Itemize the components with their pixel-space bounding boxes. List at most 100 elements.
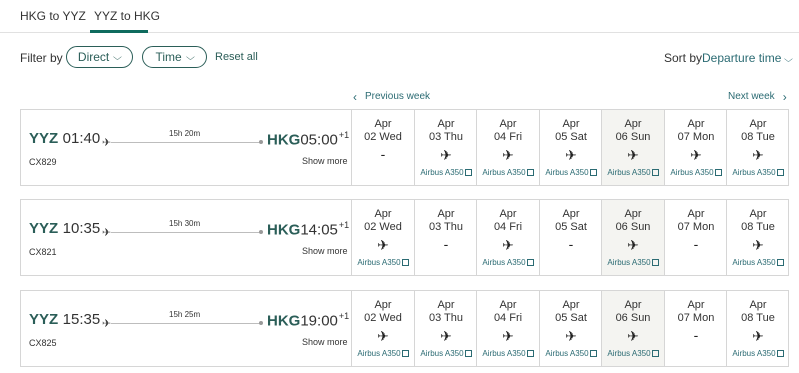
chevron-down-icon: ⌵	[185, 51, 195, 62]
time-filter-button[interactable]: Time ⌵	[142, 46, 207, 68]
next-day-indicator: +1	[338, 130, 350, 140]
aircraft-link[interactable]: Airbus A350	[727, 168, 789, 177]
aircraft-link[interactable]: Airbus A350	[415, 349, 477, 358]
external-link-icon	[464, 350, 472, 357]
route-end-dot	[259, 140, 263, 144]
day-cell[interactable]: Apr 04 Fri ✈ Airbus A350	[476, 200, 539, 275]
aircraft-link[interactable]: Airbus A350	[727, 349, 789, 358]
show-more-link[interactable]: Show more	[302, 246, 348, 256]
day-cell: Apr 05 Sat -	[539, 200, 602, 275]
aircraft-type: Airbus A350	[732, 349, 776, 358]
flight-row: YYZ 15:35 15h 25m ✈ HKG19:00+1 CX825 Sho…	[20, 290, 789, 367]
aircraft-type: Airbus A350	[607, 168, 651, 177]
day-cell[interactable]: Apr 08 Tue ✈ Airbus A350	[726, 200, 789, 275]
next-week-label: Next week	[728, 91, 775, 102]
airplane-icon: ✈	[627, 237, 639, 253]
day-month: Apr	[499, 118, 517, 130]
external-link-icon	[526, 169, 534, 176]
external-link-icon	[401, 350, 409, 357]
airplane-icon: ✈	[440, 147, 452, 163]
external-link-icon	[651, 259, 659, 266]
chevron-left-icon: ‹	[353, 89, 357, 104]
day-cell[interactable]: Apr 06 Sun ✈ Airbus A350	[601, 291, 664, 366]
no-flight-dash: -	[693, 236, 699, 252]
aircraft-link[interactable]: Airbus A350	[540, 349, 602, 358]
tab-yyz-to-hkg[interactable]: YYZ to HKG	[94, 9, 160, 23]
aircraft-link[interactable]: Airbus A350	[477, 349, 539, 358]
day-cell[interactable]: Apr 08 Tue ✈ Airbus A350	[726, 291, 789, 366]
arrival-time: 14:05	[300, 221, 338, 239]
aircraft-link[interactable]: Airbus A350	[477, 258, 539, 267]
aircraft-link[interactable]: Airbus A350	[352, 349, 414, 358]
aircraft-link[interactable]: Airbus A350	[602, 258, 664, 267]
airplane-icon: ✈	[690, 147, 702, 163]
day-date: 02 Wed	[364, 221, 402, 233]
aircraft-link[interactable]: Airbus A350	[665, 168, 727, 177]
day-cell: Apr 03 Thu -	[414, 200, 477, 275]
aircraft-link[interactable]: Airbus A350	[477, 168, 539, 177]
direct-filter-label: Direct	[77, 50, 110, 64]
day-month: Apr	[687, 299, 705, 311]
day-cell[interactable]: Apr 02 Wed ✈ Airbus A350	[351, 291, 414, 366]
next-week-link[interactable]: Next week ›	[728, 91, 787, 103]
day-date: 05 Sat	[555, 312, 587, 324]
airplane-icon: ✈	[502, 328, 514, 344]
aircraft-type: Airbus A350	[545, 349, 589, 358]
flight-number: CX821	[29, 247, 57, 257]
day-date: 08 Tue	[741, 312, 775, 324]
sort-dropdown[interactable]: Departure time ⌵	[702, 51, 793, 65]
time-filter-label: Time	[155, 50, 182, 64]
day-month: Apr	[562, 118, 580, 130]
aircraft-link[interactable]: Airbus A350	[602, 349, 664, 358]
day-date: 04 Fri	[493, 131, 523, 143]
departure-time: 15:35	[62, 311, 101, 328]
show-more-link[interactable]: Show more	[302, 337, 348, 347]
day-cell[interactable]: Apr 05 Sat ✈ Airbus A350	[539, 110, 602, 185]
airplane-icon: ✈	[377, 237, 389, 253]
aircraft-link[interactable]: Airbus A350	[415, 168, 477, 177]
previous-week-link[interactable]: ‹ Previous week	[353, 89, 430, 104]
aircraft-link[interactable]: Airbus A350	[352, 258, 414, 267]
direct-filter-button[interactable]: Direct ⌵	[66, 46, 133, 68]
departure: YYZ 10:35	[29, 220, 100, 238]
aircraft-link[interactable]: Airbus A350	[727, 258, 789, 267]
day-month: Apr	[499, 299, 517, 311]
reset-all-link[interactable]: Reset all	[215, 51, 258, 63]
external-link-icon	[776, 259, 784, 266]
day-cell[interactable]: Apr 08 Tue ✈ Airbus A350	[726, 110, 789, 185]
day-month: Apr	[624, 118, 642, 130]
day-cell[interactable]: Apr 04 Fri ✈ Airbus A350	[476, 110, 539, 185]
day-cell[interactable]: Apr 06 Sun ✈ Airbus A350	[601, 200, 664, 275]
day-month: Apr	[437, 118, 455, 130]
day-cell[interactable]: Apr 02 Wed ✈ Airbus A350	[351, 200, 414, 275]
flight-duration: 15h 25m	[169, 310, 201, 319]
chevron-down-icon: ⌵	[783, 54, 793, 64]
day-month: Apr	[374, 299, 392, 311]
airplane-icon: ✈	[502, 237, 514, 253]
day-cell[interactable]: Apr 03 Thu ✈ Airbus A350	[414, 291, 477, 366]
external-link-icon	[464, 169, 472, 176]
no-flight-dash: -	[380, 146, 386, 162]
external-link-icon	[589, 350, 597, 357]
day-date: 04 Fri	[493, 312, 523, 324]
external-link-icon	[401, 259, 409, 266]
day-cell[interactable]: Apr 05 Sat ✈ Airbus A350	[539, 291, 602, 366]
day-month: Apr	[624, 299, 642, 311]
show-more-link[interactable]: Show more	[302, 156, 348, 166]
tab-hkg-to-yyz[interactable]: HKG to YYZ	[20, 9, 86, 23]
day-date: 07 Mon	[677, 312, 715, 324]
aircraft-link[interactable]: Airbus A350	[602, 168, 664, 177]
day-cell[interactable]: Apr 07 Mon ✈ Airbus A350	[664, 110, 727, 185]
day-cell[interactable]: Apr 03 Thu ✈ Airbus A350	[414, 110, 477, 185]
day-month: Apr	[749, 118, 767, 130]
flight-row: YYZ 01:40 15h 20m ✈ HKG05:00+1 CX829 Sho…	[20, 109, 789, 186]
day-cell: Apr 07 Mon -	[664, 291, 727, 366]
day-date: 06 Sun	[615, 221, 651, 233]
external-link-icon	[776, 350, 784, 357]
day-cell[interactable]: Apr 06 Sun ✈ Airbus A350	[601, 110, 664, 185]
destination-code: HKG	[267, 131, 301, 149]
day-date: 03 Thu	[428, 131, 464, 143]
route-line	[111, 232, 262, 233]
aircraft-link[interactable]: Airbus A350	[540, 168, 602, 177]
day-cell[interactable]: Apr 04 Fri ✈ Airbus A350	[476, 291, 539, 366]
